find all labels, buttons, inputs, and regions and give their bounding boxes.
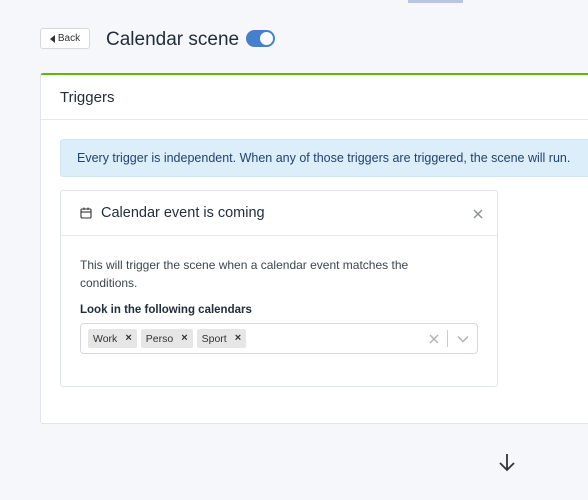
trigger-description: This will trigger the scene when a calen… xyxy=(80,258,409,290)
calendars-multiselect[interactable]: Work × Perso × Sport × xyxy=(80,323,478,354)
trigger-box: Calendar event is coming This will trigg… xyxy=(60,190,498,387)
triggers-card-title: Triggers xyxy=(60,88,115,106)
select-controls xyxy=(421,324,477,353)
back-triangle-icon xyxy=(49,34,55,43)
arrow-down-icon xyxy=(497,452,517,472)
info-alert: Every trigger is independent. When any o… xyxy=(60,139,588,177)
calendar-chip-label: Perso xyxy=(145,332,174,345)
triggers-card: Triggers Every trigger is independent. W… xyxy=(40,73,588,424)
calendar-chip: Sport × xyxy=(196,329,247,348)
back-button[interactable]: Back xyxy=(40,28,90,49)
triggers-card-header: Triggers xyxy=(41,75,588,120)
chip-remove-icon[interactable]: × xyxy=(181,333,187,344)
chip-remove-icon[interactable]: × xyxy=(125,333,131,344)
trigger-header: Calendar event is coming xyxy=(61,191,497,236)
top-tab-indicator xyxy=(408,0,463,3)
calendar-chip: Work × xyxy=(88,329,137,348)
back-button-label: Back xyxy=(57,33,81,44)
calendar-chip-label: Sport xyxy=(201,332,227,345)
chip-remove-icon[interactable]: × xyxy=(235,333,241,344)
calendar-chip-label: Work xyxy=(93,332,118,345)
calendar-chip: Perso × xyxy=(140,329,193,348)
scene-enabled-toggle[interactable] xyxy=(246,30,275,47)
info-alert-text: Every trigger is independent. When any o… xyxy=(77,151,571,165)
toggle-knob xyxy=(260,32,273,45)
calendars-field-label: Look in the following calendars xyxy=(80,304,252,316)
close-icon[interactable] xyxy=(472,207,484,219)
calendar-icon xyxy=(80,207,92,219)
trigger-title: Calendar event is coming xyxy=(101,205,265,221)
chevron-down-icon[interactable] xyxy=(448,324,477,353)
clear-icon[interactable] xyxy=(421,324,447,353)
page-title: Calendar scene xyxy=(106,29,240,50)
